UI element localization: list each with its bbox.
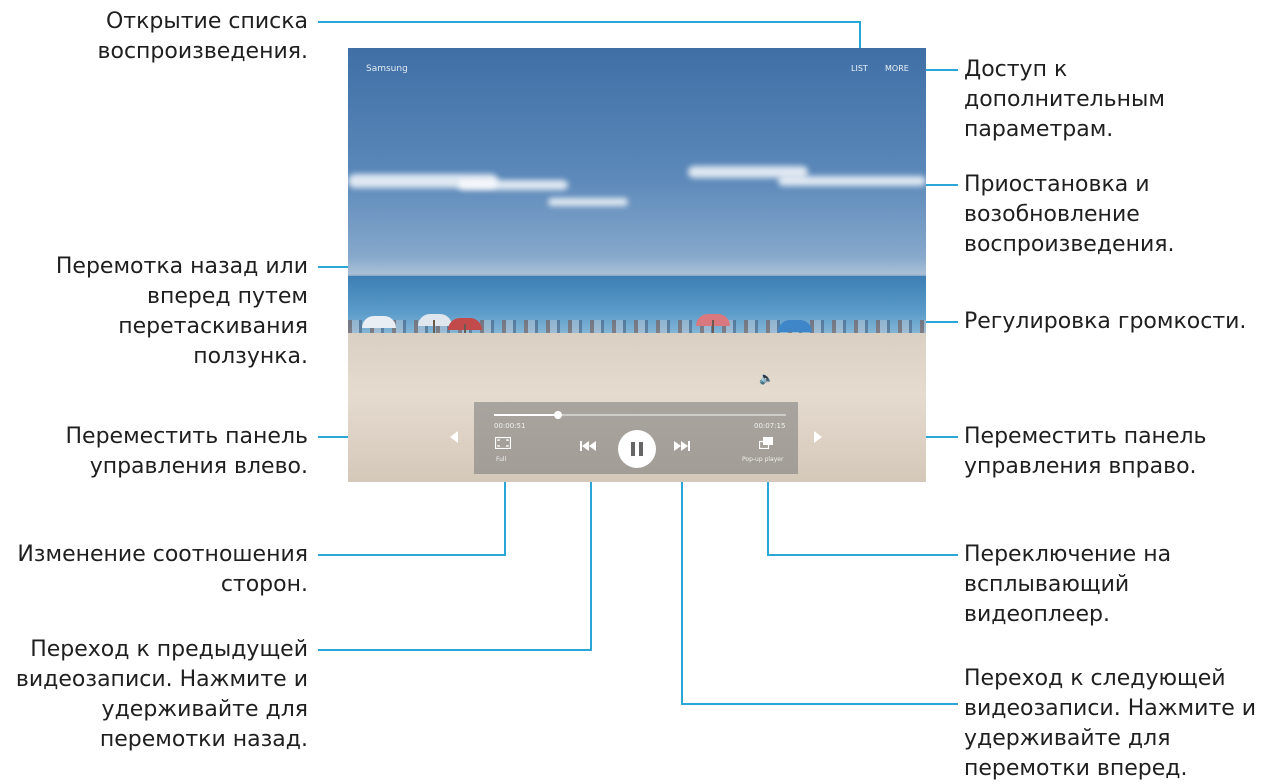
pause-icon <box>639 442 643 456</box>
volume-icon[interactable]: 🔈 <box>759 371 774 385</box>
callout-next: Переход к следующей видеозаписи. Нажмите… <box>964 666 1257 781</box>
cloud <box>458 180 568 190</box>
video-title: Samsung <box>366 64 408 74</box>
arrow-right-icon[interactable] <box>814 431 822 443</box>
pause-button[interactable] <box>618 430 656 468</box>
callout-previous: Переход к предыдущей видеозаписи. Нажмит… <box>15 637 308 752</box>
skip-next-icon[interactable] <box>672 440 692 452</box>
popup-player-icon[interactable] <box>758 436 774 450</box>
arrow-left-icon[interactable] <box>450 431 458 443</box>
cloud <box>548 198 628 206</box>
umbrella <box>362 316 396 328</box>
cloud <box>778 176 926 186</box>
line-next <box>681 452 958 705</box>
callout-seek: Перемотка назад или вперед путем перетас… <box>55 254 308 369</box>
list-button[interactable]: LIST <box>851 64 868 73</box>
callout-move-left: Переместить панель управления влево. <box>65 424 308 479</box>
umbrella <box>418 314 452 326</box>
more-button[interactable]: MORE <box>885 64 909 73</box>
callout-aspect: Изменение соотношения сторон. <box>17 542 308 597</box>
aspect-ratio-icon[interactable] <box>494 436 512 450</box>
callout-open-playlist: Открытие списка воспроизведения. <box>97 9 308 64</box>
callout-popup: Переключение на всплывающий видеоплеер. <box>964 542 1172 627</box>
callout-pause: Приостановка и возобновление воспроизвед… <box>964 172 1175 257</box>
current-time: 00:00:51 <box>494 422 526 430</box>
video-frame[interactable]: Samsung LIST MORE 🔈 00:00:51 00:07:15 Fu… <box>348 48 926 482</box>
callout-more: Доступ к дополнительным параметрам. <box>964 57 1165 142</box>
progress-fill <box>494 414 559 416</box>
popup-label: Pop-up player <box>742 456 784 463</box>
aspect-label: Full <box>496 456 507 463</box>
total-time: 00:07:15 <box>754 422 786 430</box>
umbrella <box>778 320 812 332</box>
progress-bar[interactable] <box>494 411 786 419</box>
callout-move-right: Переместить панель управления вправо. <box>964 424 1207 479</box>
control-panel: 00:00:51 00:07:15 Full Pop-up player <box>474 402 798 474</box>
progress-thumb[interactable] <box>554 411 563 419</box>
callout-volume: Регулировка громкости. <box>964 309 1247 334</box>
pause-icon <box>631 442 635 456</box>
skip-previous-icon[interactable] <box>578 440 598 452</box>
